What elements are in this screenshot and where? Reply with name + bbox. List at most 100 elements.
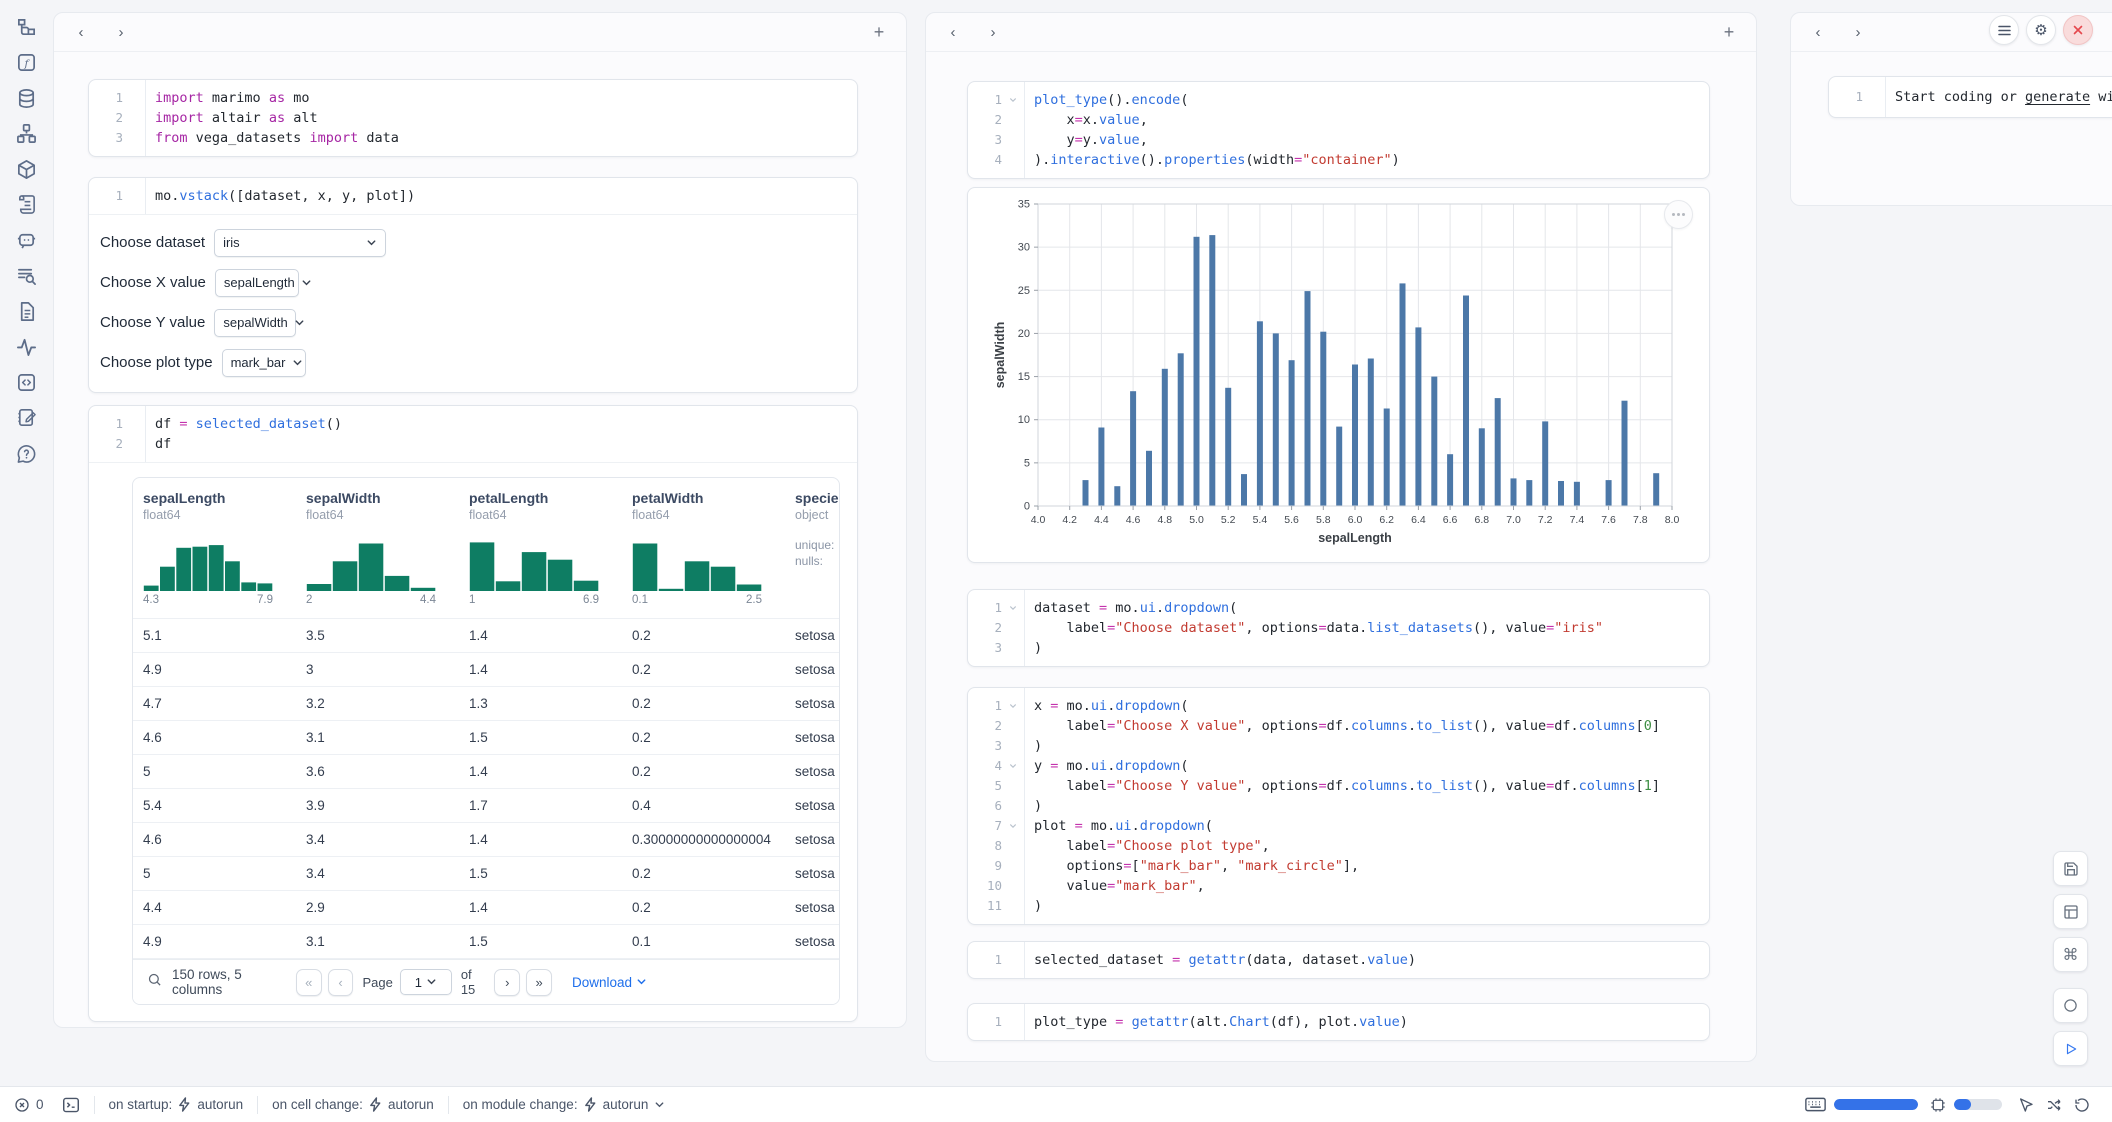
column-type: float64 bbox=[632, 508, 785, 525]
history-button[interactable] bbox=[2074, 1097, 2090, 1113]
code-editor[interactable]: 1plot_type = getattr(alt.Chart(df), plot… bbox=[968, 1004, 1709, 1040]
dropdown-select-y[interactable]: sepalWidth bbox=[214, 309, 296, 337]
cell-scratch[interactable]: 1 Start coding or generate with bbox=[1828, 76, 2112, 118]
cell-plot-code[interactable]: 1plot_type().encode(2 x=x.value,3 y=y.va… bbox=[967, 81, 1710, 179]
code-editor[interactable]: 1selected_dataset = getattr(data, datase… bbox=[968, 942, 1709, 978]
close-button[interactable] bbox=[2063, 15, 2093, 45]
chevron-right-icon[interactable]: › bbox=[980, 19, 1006, 45]
save-button[interactable] bbox=[2053, 851, 2088, 886]
keyboard-shortcuts-button[interactable]: ⌘ bbox=[2053, 937, 2088, 972]
code-editor[interactable]: 1mo.vstack([dataset, x, y, plot]) bbox=[89, 178, 857, 214]
dropdown-select-x[interactable]: sepalLength bbox=[215, 269, 299, 297]
add-cell-button[interactable]: + bbox=[866, 19, 892, 45]
svg-text:5.4: 5.4 bbox=[1253, 514, 1268, 526]
search-icon[interactable] bbox=[147, 972, 162, 992]
code-editor[interactable]: 1import marimo as mo2import altair as al… bbox=[89, 80, 857, 156]
fold-chevron-icon[interactable] bbox=[1002, 756, 1024, 776]
chevron-left-icon[interactable]: ‹ bbox=[68, 19, 94, 45]
last-page-button[interactable]: » bbox=[526, 969, 552, 996]
shuffle-button[interactable] bbox=[2046, 1097, 2062, 1113]
cell-vstack[interactable]: 1mo.vstack([dataset, x, y, plot]) Choose… bbox=[88, 177, 858, 393]
cell-imports[interactable]: 1import marimo as mo2import altair as al… bbox=[88, 79, 858, 157]
line-number: 3 bbox=[968, 736, 1002, 756]
editor-placeholder[interactable]: Start coding or generate with bbox=[1885, 85, 2112, 109]
fold-chevron-icon[interactable] bbox=[1002, 598, 1024, 618]
code-line: 2df bbox=[89, 434, 857, 454]
table-column-header[interactable]: sepalWidthfloat6424.4 bbox=[296, 490, 459, 610]
help-bubble-nav[interactable] bbox=[15, 442, 37, 464]
table-cell: 0.2 bbox=[622, 891, 785, 924]
package-box-nav[interactable] bbox=[15, 158, 37, 180]
cell-dataset-dropdown[interactable]: 1dataset = mo.ui.dropdown(2 label="Choos… bbox=[967, 589, 1710, 667]
download-button[interactable]: Download bbox=[572, 975, 647, 990]
table-column-header[interactable]: sepalLengthfloat644.37.9 bbox=[133, 490, 296, 610]
code-text: x=x.value, bbox=[1024, 110, 1148, 130]
page-select[interactable]: 1 bbox=[400, 969, 452, 995]
text-search-nav[interactable] bbox=[15, 265, 37, 287]
table-cell: 4.7 bbox=[133, 687, 296, 720]
keyboard-button[interactable] bbox=[1805, 1097, 1826, 1112]
ai-assist-button[interactable] bbox=[2018, 1097, 2034, 1113]
table-cell: 4.6 bbox=[133, 823, 296, 856]
dropdown-select-dataset[interactable]: iris bbox=[214, 229, 386, 257]
fold-chevron-icon[interactable] bbox=[1002, 90, 1024, 110]
chevron-right-icon[interactable]: › bbox=[1845, 19, 1871, 45]
database-nav[interactable] bbox=[15, 87, 37, 109]
first-page-button[interactable]: « bbox=[296, 969, 322, 996]
runtime-config-module-change[interactable]: on module change:autorun bbox=[463, 1097, 666, 1112]
activity-nav[interactable] bbox=[15, 336, 37, 358]
run-stale-button[interactable] bbox=[2053, 988, 2088, 1023]
svg-text:6.8: 6.8 bbox=[1474, 514, 1489, 526]
menu-button[interactable] bbox=[1989, 15, 2019, 45]
cpu-usage-bar[interactable] bbox=[1954, 1099, 2002, 1110]
code-line: 5 label="Choose Y value", options=df.col… bbox=[968, 776, 1709, 796]
gutter-spacer bbox=[1002, 896, 1024, 916]
chevron-left-icon[interactable]: ‹ bbox=[940, 19, 966, 45]
runtime-config-cell-change[interactable]: on cell change:autorun bbox=[272, 1097, 434, 1112]
terminal-button[interactable] bbox=[62, 1097, 80, 1113]
cell-dataframe[interactable]: 1df = selected_dataset()2df sepalLengthf… bbox=[88, 405, 858, 1022]
error-count[interactable]: 0 bbox=[14, 1097, 44, 1113]
code-snippet-nav[interactable] bbox=[15, 371, 37, 393]
cell-xyplot-dropdowns[interactable]: 1x = mo.ui.dropdown(2 label="Choose X va… bbox=[967, 687, 1710, 925]
table-cell: 4.9 bbox=[133, 653, 296, 686]
table-column-header[interactable]: petalWidthfloat640.12.5 bbox=[622, 490, 785, 610]
add-cell-button[interactable]: + bbox=[1716, 19, 1742, 45]
scratchpad-nav[interactable] bbox=[15, 407, 37, 429]
prev-page-button[interactable]: ‹ bbox=[328, 969, 354, 996]
cpu-button[interactable] bbox=[1930, 1097, 1946, 1113]
chart-menu-button[interactable] bbox=[1664, 200, 1693, 229]
table-column-header[interactable]: petalLengthfloat6416.9 bbox=[459, 490, 622, 610]
run-button[interactable] bbox=[2053, 1031, 2088, 1066]
layout-toggle-button[interactable] bbox=[2053, 894, 2088, 929]
cell-plot-type[interactable]: 1plot_type = getattr(alt.Chart(df), plot… bbox=[967, 1003, 1710, 1041]
file-tree-nav[interactable] bbox=[15, 16, 37, 38]
terminal-icon bbox=[62, 1097, 80, 1113]
settings-button[interactable]: ⚙ bbox=[2026, 15, 2056, 45]
fold-chevron-icon[interactable] bbox=[1002, 816, 1024, 836]
table-column-header[interactable]: speciesobjectunique:nulls: bbox=[785, 490, 840, 610]
function-square-nav[interactable]: f bbox=[15, 52, 37, 74]
database-icon bbox=[16, 88, 37, 109]
chevron-right-icon[interactable]: › bbox=[108, 19, 134, 45]
dependency-graph-nav[interactable] bbox=[15, 123, 37, 145]
code-text: plot = mo.ui.dropdown( bbox=[1024, 816, 1213, 836]
document-nav[interactable] bbox=[15, 300, 37, 322]
table-cell: 1.5 bbox=[459, 925, 622, 958]
runtime-config-startup[interactable]: on startup:autorun bbox=[109, 1097, 244, 1112]
cell-selected-dataset[interactable]: 1selected_dataset = getattr(data, datase… bbox=[967, 941, 1710, 979]
fold-chevron-icon[interactable] bbox=[1002, 696, 1024, 716]
chevron-left-icon[interactable]: ‹ bbox=[1805, 19, 1831, 45]
generate-link[interactable]: generate bbox=[2025, 89, 2090, 105]
code-editor[interactable]: 1x = mo.ui.dropdown(2 label="Choose X va… bbox=[968, 688, 1709, 924]
code-editor[interactable]: 1plot_type().encode(2 x=x.value,3 y=y.va… bbox=[968, 82, 1709, 178]
dropdown-select-plot[interactable]: mark_bar bbox=[222, 349, 306, 377]
next-page-button[interactable]: › bbox=[494, 969, 520, 996]
svg-text:6.2: 6.2 bbox=[1379, 514, 1394, 526]
scroll-log-nav[interactable] bbox=[15, 194, 37, 216]
chat-bot-nav[interactable] bbox=[15, 229, 37, 251]
document-icon bbox=[16, 301, 37, 322]
memory-usage-bar[interactable] bbox=[1834, 1099, 1918, 1110]
code-editor[interactable]: 1dataset = mo.ui.dropdown(2 label="Choos… bbox=[968, 590, 1709, 666]
code-editor[interactable]: 1df = selected_dataset()2df bbox=[89, 406, 857, 462]
